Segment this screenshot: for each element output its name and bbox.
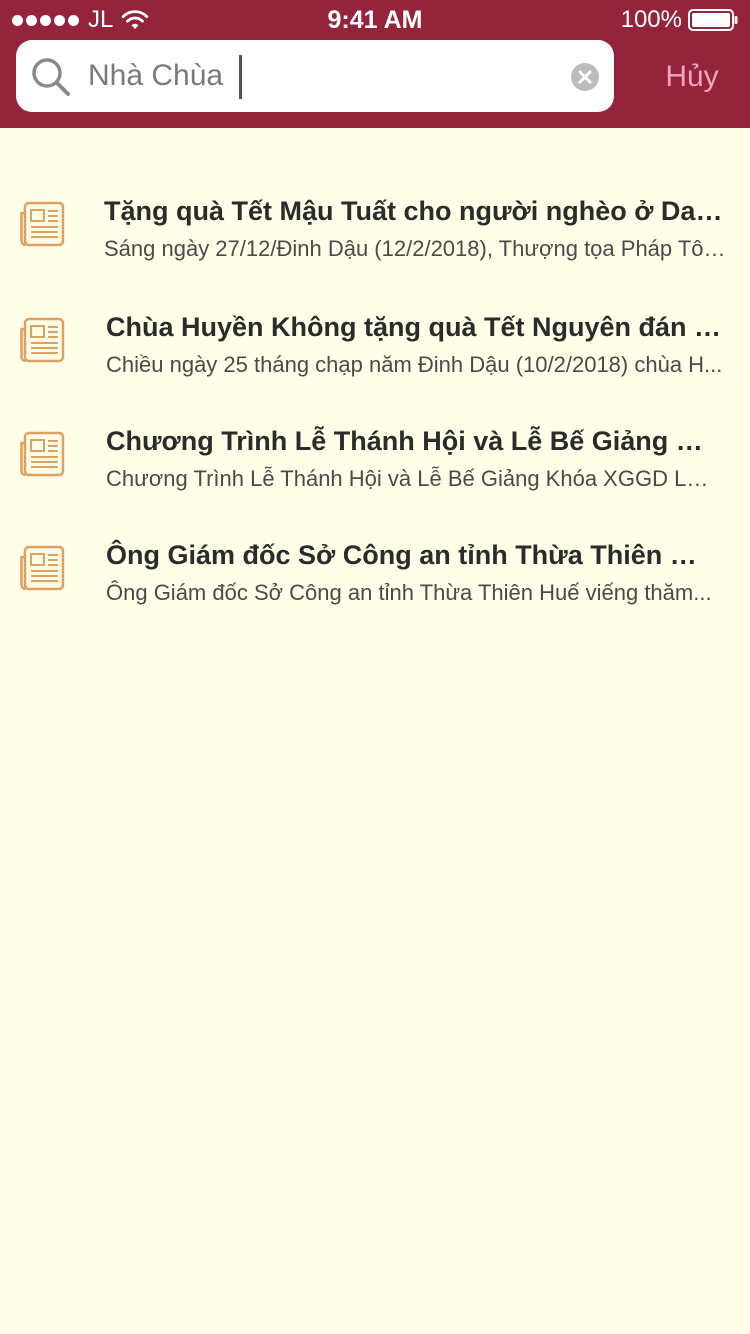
status-right: 100%	[621, 7, 738, 33]
list-item[interactable]: Ông Giám đốc Sở Công an tỉnh Thừa Thiên …	[0, 532, 750, 646]
result-title: Chùa Huyền Không tặng quà Tết Nguyên đán…	[106, 312, 730, 342]
header-bar: JL 9:41 AM 100% Nhà Chùa Hủy	[0, 0, 750, 128]
news-icon	[20, 545, 65, 591]
news-icon	[20, 431, 65, 477]
clear-icon[interactable]	[570, 62, 600, 92]
search-field[interactable]	[16, 40, 614, 112]
result-title: Chương Trình Lễ Thánh Hội và Lễ Bế Giảng…	[106, 426, 720, 456]
list-item[interactable]: Chùa Huyền Không tặng quà Tết Nguyên đán…	[0, 304, 750, 418]
text-cursor	[239, 55, 242, 99]
list-item[interactable]: Tặng quà Tết Mậu Tuất cho người nghèo ở …	[0, 188, 750, 302]
search-input[interactable]	[88, 54, 558, 98]
result-title: Tặng quà Tết Mậu Tuất cho người nghèo ở …	[104, 196, 724, 226]
battery-percent: 100%	[620, 6, 682, 33]
result-snippet: Sáng ngày 27/12/Đinh Dậu (12/2/2018), Th…	[104, 236, 730, 261]
list-item[interactable]: Chương Trình Lễ Thánh Hội và Lễ Bế Giảng…	[0, 418, 750, 532]
news-icon	[20, 317, 65, 363]
battery-icon	[688, 9, 738, 31]
search-icon	[32, 58, 70, 96]
screen: JL 9:41 AM 100% Nhà Chùa Hủy Tặng quà Tế…	[0, 0, 750, 1334]
result-snippet: Ông Giám đốc Sở Công an tỉnh Thừa Thiên …	[106, 580, 712, 605]
result-snippet: Chương Trình Lễ Thánh Hội và Lễ Bế Giảng…	[106, 466, 710, 491]
result-title: Ông Giám đốc Sở Công an tỉnh Thừa Thiên …	[106, 540, 706, 570]
news-icon	[20, 201, 65, 247]
status-bar: JL 9:41 AM 100%	[0, 0, 750, 40]
result-snippet: Chiều ngày 25 tháng chạp năm Đinh Dậu (1…	[106, 352, 723, 377]
cancel-button[interactable]: Hủy	[640, 52, 744, 102]
